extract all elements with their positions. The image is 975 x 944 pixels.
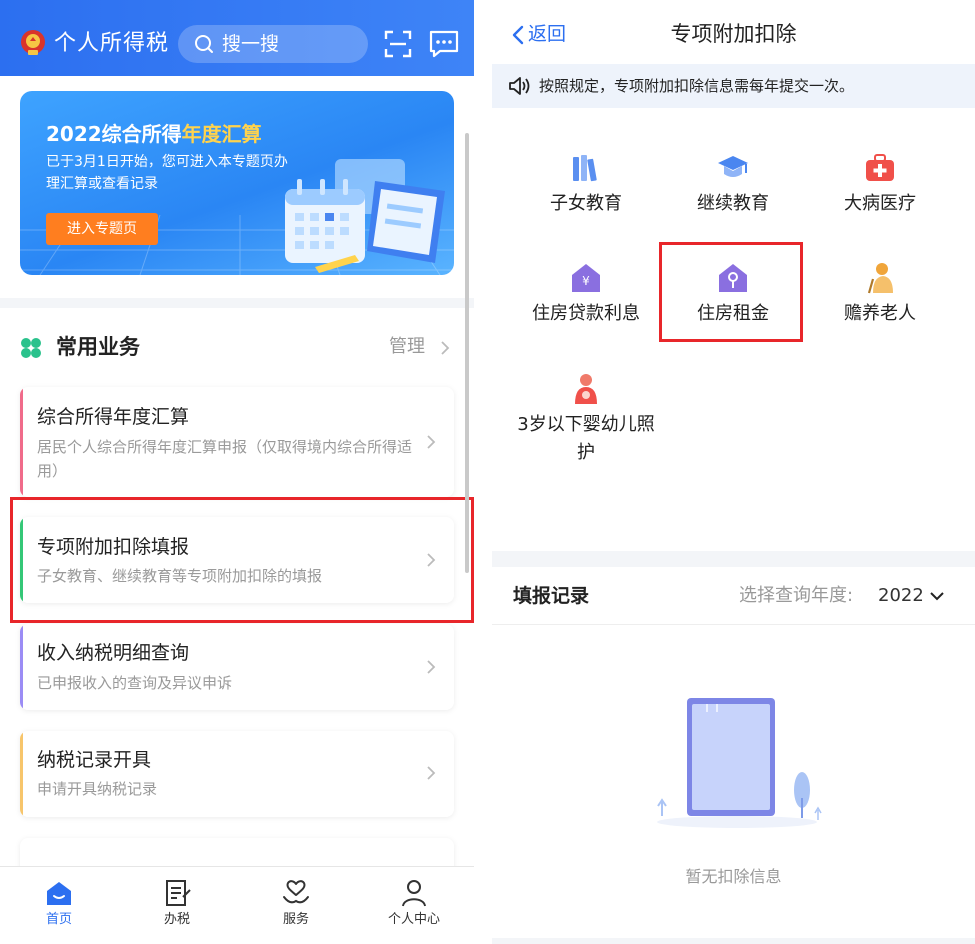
empty-state-illustration	[657, 698, 822, 828]
heart-hands-icon	[283, 880, 309, 904]
scan-icon[interactable]	[383, 29, 413, 59]
year-select-value[interactable]: 2022	[878, 582, 924, 610]
chevron-right-icon[interactable]	[440, 340, 450, 356]
chevron-right-icon	[427, 435, 436, 449]
person-icon	[402, 880, 426, 907]
year-select-label: 选择查询年度:	[739, 585, 854, 606]
card-title: 综合所得年度汇算	[37, 406, 190, 428]
clover-icon	[21, 338, 41, 358]
nav-label: 服务	[282, 912, 309, 927]
graduation-cap-icon	[718, 156, 748, 177]
highlight-box-special-deduction	[10, 497, 474, 623]
common-services-title: 常用业务	[56, 335, 140, 359]
top-bar: 个人所得税 搜一搜	[0, 0, 474, 76]
speaker-icon	[509, 77, 530, 95]
books-icon	[573, 155, 597, 182]
banner-title: 2022综合所得年度汇算	[46, 122, 262, 146]
message-icon[interactable]	[428, 29, 460, 59]
notice-bar: 按照规定，专项附加扣除信息需每年提交一次。	[492, 64, 975, 108]
nav-label: 个人中心	[387, 912, 440, 927]
category-mortgage-interest[interactable]: ¥ 住房贷款利息	[511, 261, 661, 328]
bottom-band	[492, 938, 975, 944]
nav-home[interactable]: 首页	[14, 867, 104, 944]
chevron-right-icon	[427, 660, 436, 674]
bottom-navigation: 首页 办税 服务 个人中心	[0, 866, 474, 944]
tax-emblem-icon	[21, 30, 45, 55]
svg-text:¥: ¥	[582, 274, 590, 288]
home-icon	[47, 882, 71, 905]
category-label: 赡养老人	[844, 303, 916, 324]
category-serious-illness[interactable]: 大病医疗	[805, 151, 955, 218]
card-title: 收入纳税明细查询	[37, 642, 190, 664]
service-card-income-query[interactable]: 收入纳税明细查询 已申报收入的查询及异议申诉	[20, 624, 454, 710]
home-screen: 个人所得税 搜一搜 2022综合所得年度汇算 已于3月1日开始，您可进入本专题页…	[0, 0, 474, 944]
records-title: 填报记录	[513, 585, 590, 607]
service-card-annual-settlement[interactable]: 综合所得年度汇算 居民个人综合所得年度汇算申报（仅取得境内综合所得适用）	[20, 387, 454, 497]
app-title: 个人所得税	[54, 31, 170, 56]
category-continuing-education[interactable]: 继续教育	[658, 151, 808, 218]
category-child-education[interactable]: 子女教育	[511, 151, 661, 218]
nav-services[interactable]: 服务	[251, 867, 341, 944]
nav-label: 办税	[163, 912, 190, 927]
highlight-box-housing-rent	[659, 242, 803, 342]
category-label: 3岁以下婴幼儿照护	[517, 414, 655, 463]
special-deduction-screen: 专项附加扣除 返回 按照规定，专项附加扣除信息需每年提交一次。 子女教育 继续教…	[492, 0, 975, 944]
chevron-down-icon[interactable]	[929, 591, 945, 601]
banner-description: 已于3月1日开始，您可进入本专题页办理汇算或查看记录	[46, 154, 288, 192]
elderly-icon	[867, 263, 893, 294]
card-accent-bar	[20, 624, 23, 710]
card-description: 已申报收入的查询及异议申诉	[37, 674, 233, 692]
card-accent-bar	[20, 731, 23, 817]
house-yuan-icon: ¥	[572, 264, 600, 292]
notice-text: 按照规定，专项附加扣除信息需每年提交一次。	[539, 77, 855, 95]
category-infant-care[interactable]: 3岁以下婴幼儿照护	[511, 372, 661, 467]
medical-kit-icon	[866, 154, 894, 181]
chevron-right-icon	[427, 766, 436, 780]
annual-settlement-banner[interactable]: 2022综合所得年度汇算 已于3月1日开始，您可进入本专题页办理汇算或查看记录 …	[20, 91, 454, 275]
service-card-tax-record[interactable]: 纳税记录开具 申请开具纳税记录	[20, 731, 454, 817]
section-separator	[492, 551, 975, 567]
calendar-document-illustration	[285, 159, 445, 273]
search-bar[interactable]: 搜一搜	[178, 25, 368, 63]
empty-state-text: 暂无扣除信息	[685, 867, 782, 886]
nav-label: 首页	[45, 912, 72, 927]
mother-baby-icon	[575, 374, 597, 404]
category-label: 住房贷款利息	[532, 303, 640, 324]
card-description: 申请开具纳税记录	[37, 780, 158, 798]
card-accent-bar	[20, 387, 23, 497]
records-header: 填报记录 选择查询年度: 2022	[492, 567, 975, 625]
card-title: 纳税记录开具	[37, 749, 152, 771]
category-label: 子女教育	[550, 193, 622, 214]
navigation-bar: 专项附加扣除 返回	[492, 0, 975, 64]
common-services-header: 常用业务 管理	[0, 318, 474, 378]
section-separator	[0, 298, 474, 308]
enter-topic-button[interactable]: 进入专题页	[46, 213, 158, 245]
nav-tax-handling[interactable]: 办税	[132, 867, 222, 944]
form-icon	[166, 880, 191, 906]
category-label: 大病医疗	[844, 193, 916, 214]
screenshot-divider	[474, 0, 492, 944]
back-button[interactable]: 返回	[528, 20, 566, 48]
category-label: 继续教育	[697, 193, 769, 214]
chevron-left-icon[interactable]	[512, 25, 524, 45]
scrollbar[interactable]	[465, 133, 469, 573]
search-icon	[195, 35, 213, 53]
card-description: 居民个人综合所得年度汇算申报（仅取得境内综合所得适用）	[37, 438, 413, 480]
manage-link[interactable]: 管理	[389, 334, 425, 360]
search-placeholder: 搜一搜	[222, 33, 280, 55]
category-elderly-support[interactable]: 赡养老人	[805, 261, 955, 328]
nav-personal-center[interactable]: 个人中心	[369, 867, 459, 944]
